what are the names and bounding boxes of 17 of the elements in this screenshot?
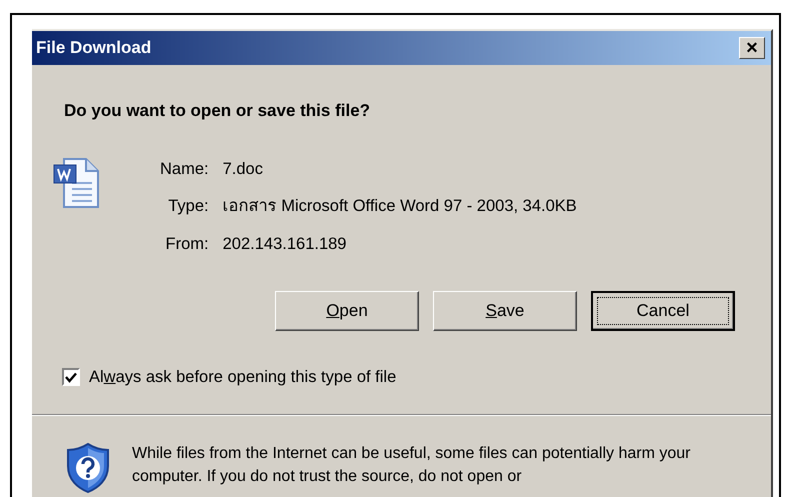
field-label: Name: (160, 158, 209, 180)
field-label: From: (164, 234, 209, 255)
dialog-heading: Do you want to open or save this file? (64, 100, 372, 122)
warning-text: While files from the Internet can be useful, some files can potentially harm your computer. If you do not trust the source, do not open or (132, 444, 692, 486)
word-document-icon (52, 156, 100, 208)
shield-question-icon (66, 442, 110, 494)
dialog-button[interactable]: Cancel (591, 290, 735, 331)
field-value: 202.143.161.189 (222, 234, 348, 255)
checkbox[interactable] (62, 368, 80, 386)
checkbox-label[interactable]: Always ask before opening this type of file (89, 364, 396, 390)
dialog-button[interactable]: Save (433, 290, 577, 331)
field-label: Type: (167, 196, 209, 218)
dialog-button[interactable]: Open (275, 290, 419, 331)
field-value: 7.doc (222, 158, 264, 180)
window-title: File Download (36, 37, 152, 60)
close-button[interactable]: × (739, 37, 765, 59)
field-value: เอกสาร Microsoft Office Word 97 - 2003, 34.0KB (222, 196, 577, 218)
